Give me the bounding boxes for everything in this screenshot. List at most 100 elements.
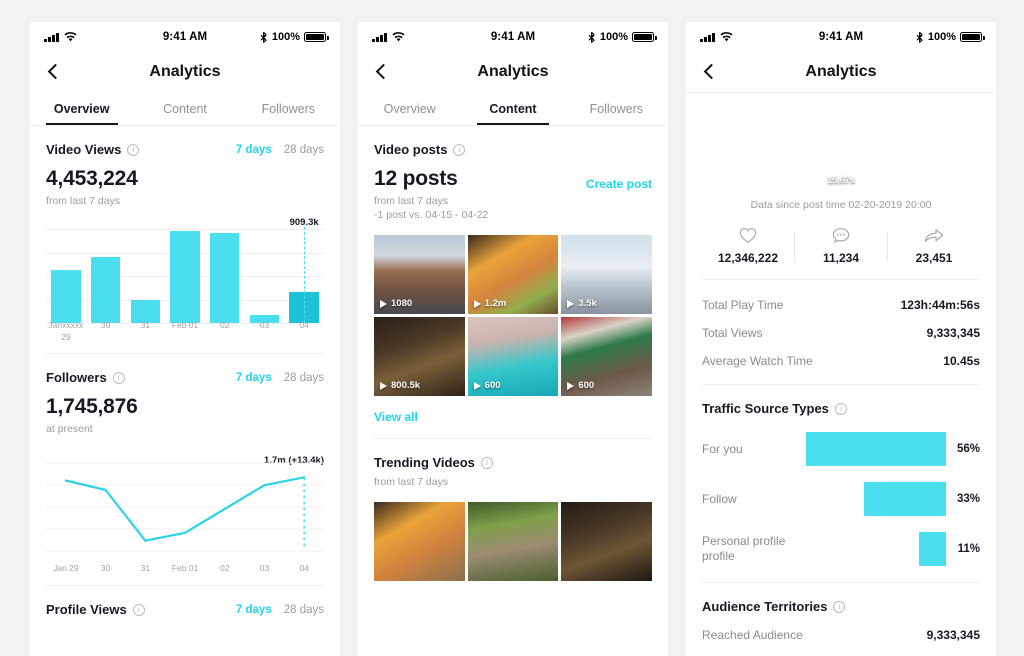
traffic-source-title: Traffic Source Types — [702, 401, 829, 416]
comments-value: 11,234 — [822, 251, 860, 265]
range-7days[interactable]: 7 days — [236, 604, 272, 616]
phone-panel-video-detail: 9:41 AM 100% Analytics 15.67s Data since… — [686, 22, 996, 656]
info-icon[interactable]: i — [833, 600, 846, 613]
bar-column — [205, 229, 245, 323]
metric-label: Total Views — [702, 326, 763, 340]
video-posts-subnote-1: from last 7 days — [374, 195, 449, 207]
range-selector-followers: 7 days 28 days — [236, 372, 324, 384]
traffic-source-label: Follow — [702, 491, 737, 506]
metric-row: Average Watch Time 10.45s — [702, 340, 980, 368]
comments-stat: 11,234 — [795, 227, 887, 265]
info-icon[interactable]: i — [127, 143, 140, 156]
info-icon[interactable]: i — [132, 603, 145, 616]
traffic-source-label: For you — [702, 441, 743, 456]
tab-content[interactable]: Content — [461, 92, 564, 125]
cafe-terrace-thumbnail[interactable]: 600 — [561, 317, 652, 397]
profile-views-header: Profile Views i 7 days 28 days — [46, 586, 324, 617]
nav-bar: Analytics — [30, 52, 340, 92]
nav-bar: Analytics — [686, 52, 996, 92]
snow-picnic-thumbnail[interactable]: 3.5k — [561, 235, 652, 315]
peak-dashed-line — [304, 221, 306, 323]
tab-bar: Overview Content Followers — [358, 92, 668, 126]
metric-value: 123h:44m:56s — [900, 298, 980, 312]
x-axis-label: 31 — [140, 563, 151, 573]
info-icon[interactable]: i — [834, 402, 847, 415]
video-duration: 15.67s — [827, 175, 855, 185]
page-title: Analytics — [805, 63, 877, 80]
burger-thumbnail[interactable]: 1.2m — [467, 235, 559, 315]
profile-views-title: Profile Views — [46, 602, 127, 617]
info-icon[interactable]: i — [453, 143, 466, 156]
traffic-bar — [863, 482, 946, 516]
view-count-value: 1.2m — [484, 298, 507, 310]
video-hero: 15.67s Data since post time 02-20-2019 2… — [702, 93, 980, 211]
likes-stat: 12,346,222 — [702, 227, 794, 265]
back-chevron-icon[interactable] — [700, 62, 720, 82]
x-axis-label: Jan 29 — [53, 563, 79, 573]
tab-content[interactable]: Content — [133, 92, 236, 125]
tab-followers[interactable]: Followers — [565, 92, 668, 125]
back-chevron-icon[interactable] — [372, 62, 392, 82]
back-chevron-icon[interactable] — [44, 62, 64, 82]
bar — [90, 257, 121, 323]
video-detail-body: 15.67s Data since post time 02-20-2019 2… — [686, 93, 996, 642]
view-count-value: 600 — [578, 380, 595, 392]
traffic-bar — [918, 532, 946, 566]
status-time: 9:41 AM — [818, 31, 864, 43]
followers-header: Followers i 7 days 28 days — [46, 354, 324, 385]
traffic-source-row: Follow 33% — [702, 482, 980, 516]
phone-panel-overview: 9:41 AM 100% Analytics Overview Content … — [30, 22, 340, 656]
burger-fries-thumbnail[interactable] — [374, 502, 465, 582]
bar-column — [125, 229, 165, 323]
view-count: 1080 — [380, 298, 412, 309]
metric-value: 9,333,345 — [926, 326, 980, 340]
video-posts-subnote-2: -1 post vs. 04-15 - 04-22 — [374, 209, 489, 221]
info-icon[interactable]: i — [112, 371, 125, 384]
tab-overview[interactable]: Overview — [358, 92, 461, 125]
traffic-source-header: Traffic Source Types i — [702, 385, 980, 416]
bar-series — [46, 229, 324, 323]
shares-value: 23,451 — [915, 251, 953, 265]
reached-audience-value: 9,333,345 — [926, 628, 980, 642]
range-7days[interactable]: 7 days — [236, 372, 272, 384]
city-street-thumbnail[interactable]: 1080 — [374, 235, 465, 315]
followers-value: 1,745,876 — [46, 395, 138, 418]
thumbnail-image — [467, 502, 559, 582]
range-28days[interactable]: 28 days — [284, 144, 324, 156]
view-count-value: 800.5k — [391, 380, 421, 392]
traffic-source-row: Personal profile profile 11% — [702, 532, 980, 566]
venice-gondola-thumbnail[interactable]: 600 — [467, 317, 559, 397]
play-icon — [567, 381, 575, 390]
view-count: 600 — [567, 380, 594, 391]
x-axis-label: 31 — [140, 320, 151, 331]
view-count: 1.2m — [473, 298, 507, 310]
traffic-source-label: Personal profile profile — [702, 534, 786, 563]
bar-column — [46, 229, 86, 323]
battery-icon — [960, 32, 985, 42]
share-icon — [924, 229, 944, 242]
range-28days[interactable]: 28 days — [284, 372, 324, 384]
range-7days[interactable]: 7 days — [236, 144, 272, 156]
video-posts-count: 12 posts — [374, 167, 458, 190]
create-post-button[interactable]: Create post — [586, 177, 652, 191]
tab-followers[interactable]: Followers — [237, 92, 340, 125]
shares-stat: 23,451 — [888, 227, 980, 265]
x-axis-label: 30 — [100, 320, 111, 331]
view-all-link[interactable]: View all — [374, 410, 652, 424]
video-thumbnail[interactable]: 15.67s — [812, 111, 870, 189]
range-28days[interactable]: 28 days — [284, 604, 324, 616]
video-views-value: 4,453,224 — [46, 167, 138, 190]
traffic-bar-area — [794, 432, 946, 466]
info-icon[interactable]: i — [480, 456, 493, 469]
dark-corridor-thumbnail[interactable]: 800.5k — [374, 317, 465, 397]
thumbnail-image — [561, 502, 652, 582]
metric-row: Total Views 9,333,345 — [702, 312, 980, 340]
tab-overview[interactable]: Overview — [30, 92, 133, 125]
deer-thumbnail[interactable] — [467, 502, 559, 582]
arcade-corridor-thumbnail[interactable] — [561, 502, 652, 582]
followers-line-chart: 1.7m (+13.4k) Jan 29 30 31 Feb 01 02 03 04 — [46, 455, 324, 573]
nav-bar: Analytics — [358, 52, 668, 92]
audience-territories-header: Audience Territories i — [702, 583, 980, 614]
traffic-percent: 11% — [957, 543, 980, 555]
metric-label: Average Watch Time — [702, 354, 813, 368]
